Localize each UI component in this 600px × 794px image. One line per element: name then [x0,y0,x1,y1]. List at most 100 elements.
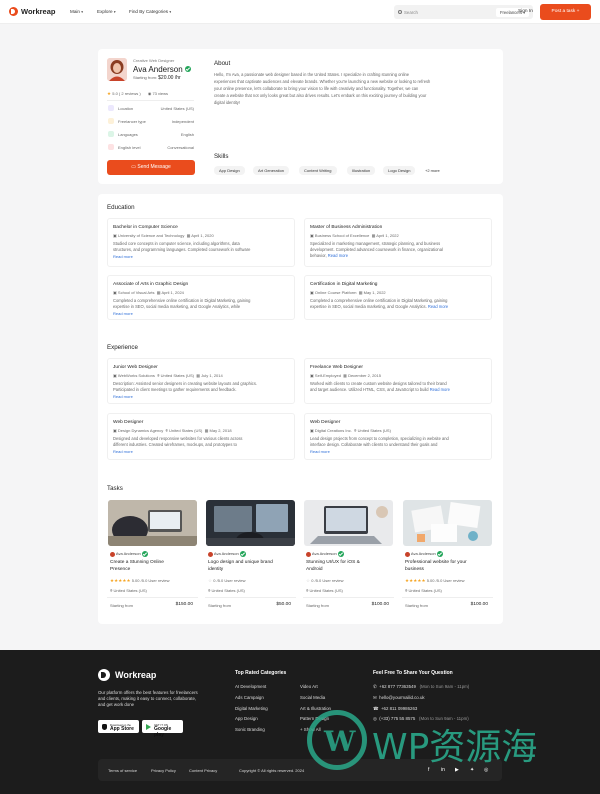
building-icon: ▣ [113,233,117,238]
education-meta: ▣ Online Course Platform ▦ May 1, 2022 [310,290,386,295]
read-more-link[interactable]: Read more [328,253,348,258]
read-more-link[interactable]: Read more [310,449,330,454]
skills-more-link[interactable]: +2 more [425,168,440,173]
chevron-down-icon: ▾ [81,10,84,14]
experience-title: Web Designer [310,420,341,425]
workreap-logo-icon[interactable] [9,7,18,16]
task-author: Ava Anderson [405,551,443,557]
content-privacy-link[interactable]: Content Privacy [189,768,217,773]
skill-chip[interactable]: Content Writing [299,166,337,175]
category-link[interactable]: Sonic Branding [235,727,265,732]
location-pin-icon: ⌾ [208,588,211,593]
category-link[interactable]: Digital Marketing [235,706,268,711]
logo-text[interactable]: Workreap [21,7,55,16]
read-more-link[interactable]: Read more [428,304,448,309]
calendar-icon: ▦ [186,233,191,238]
privacy-link[interactable]: Privacy Policy [151,768,176,773]
education-item: Master of Business Administration ▣ Busi… [304,218,492,267]
rating-row: ★ 5.0 ( 2 reviews ) ◉ 73 views [107,91,169,96]
divider [402,597,493,598]
star-icon: ☆ [306,578,311,583]
task-card[interactable]: Ava Anderson Professional website for yo… [402,499,493,616]
location-pin-icon: ⌾ [405,588,408,593]
google-play-button[interactable]: GET IT ON Google play [142,720,183,738]
building-icon: ▣ [113,428,117,433]
about-text: Hello, I'm Ava, a passionate web designe… [214,72,431,106]
task-title[interactable]: Stunning UI/UX for iOS & Android [306,560,360,573]
app-store-button[interactable]: Download on the App Store [98,720,139,733]
calendar-icon: ▦ [343,373,347,378]
building-icon: ▣ [113,290,117,295]
skill-chip[interactable]: Logo Design [383,166,416,175]
task-card[interactable]: Ava Anderson Create a Stunning Online Pre… [107,499,198,616]
divider [107,100,194,101]
read-more-link[interactable]: Read more [113,311,133,316]
globe-icon [108,131,114,137]
search-input[interactable]: Search [404,10,418,15]
task-title[interactable]: Logo design and unique brand identity [208,560,273,573]
experience-meta: ▣ Digital Creations Inc. ⌾ United States… [310,428,391,433]
category-link[interactable]: AI Development [235,684,266,689]
task-title[interactable]: Professional website for your business [405,560,467,573]
calendar-icon: ▦ [156,290,161,295]
send-message-button[interactable]: ▭ Send Message [107,160,195,175]
fax-icon: ☎ [373,706,379,711]
category-link[interactable]: App Design [235,716,258,721]
footer-logo-icon [98,669,110,681]
education-title: Bachelor in Computer Science [113,225,178,230]
avatar-photo [107,58,127,81]
category-link[interactable]: Ads Campaign [235,695,264,700]
terms-link[interactable]: Terms of service [108,768,137,773]
experience-item: Web Designer ▣ Digital Creations Inc. ⌾ … [304,413,492,460]
categories-heading: Top Rated Categories [235,670,287,676]
experience-meta: ▣ Design Dynamics Agency ⌾ United States… [113,428,232,433]
footer-logo-text[interactable]: Workreap [115,670,156,680]
task-rating: ☆ 0 /5.0 User review [306,578,344,583]
chevron-down-icon: ▾ [113,10,116,14]
category-link[interactable]: Art & Illustration [300,706,331,711]
read-more-link[interactable]: Read more [113,449,133,454]
task-card[interactable]: Ava Anderson Stunning UI/UX for iOS & And… [303,499,394,616]
skill-chip[interactable]: Art Generation [253,166,290,175]
wordpress-logo-icon: W [307,710,367,770]
eye-icon: ◉ [147,91,152,96]
copyright: Copyright © All rights reserved. 2024 [239,768,305,773]
contact-phone[interactable]: ✆ +62 877 77363549 (Mon to Sun 9am - 11p… [373,684,469,690]
task-price: $150.00 [175,602,193,607]
nav-explore[interactable]: Explore ▾ [97,9,116,14]
tasks-heading: Tasks [107,485,123,492]
task-author: Ava Anderson [110,551,148,557]
education-heading: Education [107,204,135,211]
task-location: ⌾ United States (US) [306,588,343,593]
task-location: ⌾ United States (US) [110,588,147,593]
task-author: Ava Anderson [208,551,246,557]
avatar [110,551,115,557]
read-more-link[interactable]: Read more [430,387,450,392]
task-price: $100.00 [470,602,488,607]
experience-desc: Designed and developed responsive websit… [113,436,243,447]
footer-description: Our platform offers the best features fo… [98,690,198,707]
contact-email[interactable]: ✉ hello@yourmailid.co.uk [373,695,425,701]
skill-chip[interactable]: Illustration [347,166,376,175]
nav-main[interactable]: Main ▾ [70,9,83,14]
category-link[interactable]: Social Media [300,695,325,700]
verified-icon [239,551,246,557]
skill-chip[interactable]: App Design [214,166,245,175]
task-title[interactable]: Create a Stunning Online Presence [110,560,164,573]
location-pin-icon: ⌾ [354,428,357,433]
building-icon: ▣ [310,373,314,378]
education-meta: ▣ University of Science and Technology ▦… [113,233,214,238]
starting-from-row: Starting from: $20.00 /hr [133,75,181,81]
read-more-link[interactable]: Read more [113,394,133,399]
building-icon: ▣ [310,290,314,295]
read-more-link[interactable]: Read more [113,254,133,259]
post-task-button[interactable]: Post a task + [540,4,591,20]
task-card[interactable]: Ava Anderson Logo design and unique bran… [205,499,296,616]
task-starting-label: Starting from [110,603,133,608]
star-icon: ★★★★★ [110,578,131,583]
building-icon: ▣ [113,373,117,378]
signin-link[interactable]: Sign In [518,9,533,14]
nav-find-by-categories[interactable]: Find By Categories ▾ [129,9,171,14]
contact-fax[interactable]: ☎ +62 811 09986263 [373,706,417,712]
category-link[interactable]: Video Art [300,684,318,689]
